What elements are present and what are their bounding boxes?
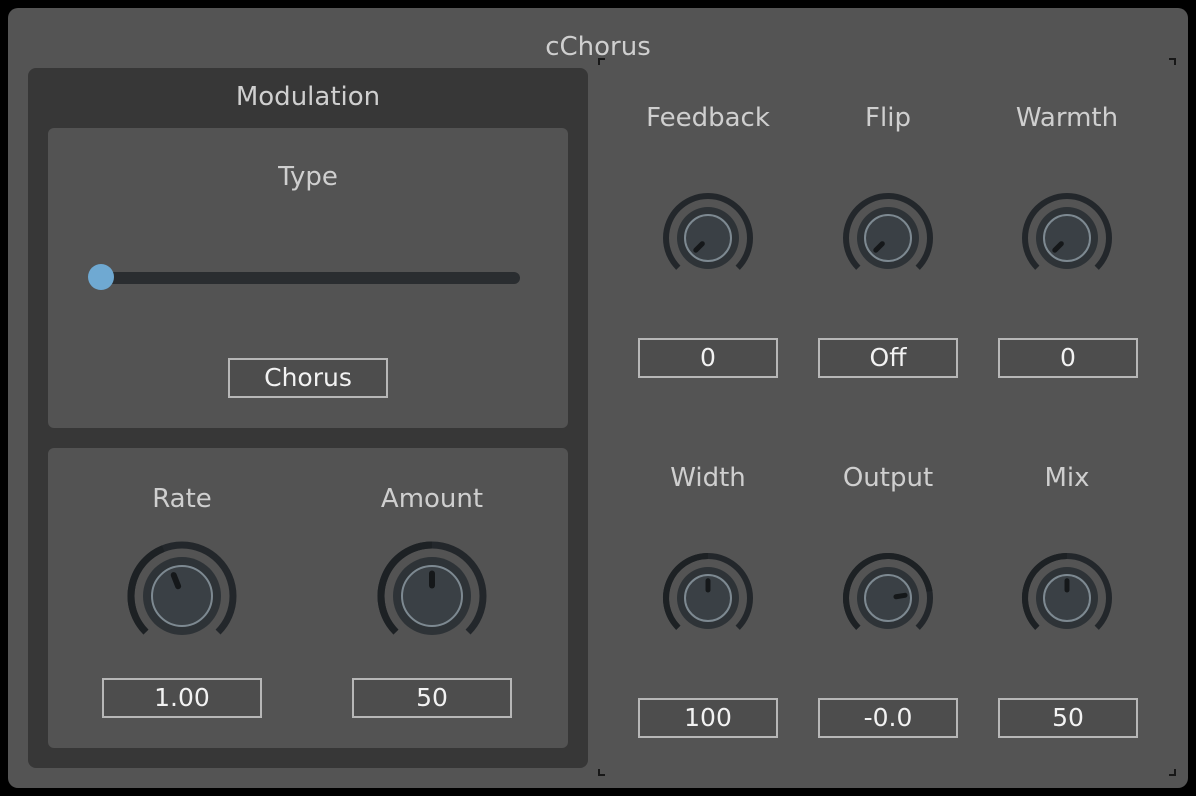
modulation-title: Modulation [235,82,381,112]
type-label: Type [278,162,338,192]
feedback-knob[interactable] [661,191,755,285]
type-panel: Type Chorus [48,128,568,428]
effects-area: Feedback 0 Flip Off Warmth 0 Width 100 O… [598,58,1176,776]
flip-value-box[interactable]: Off [818,338,958,378]
rate-knob[interactable] [126,540,238,652]
mix-label: Mix [1044,463,1090,493]
rate-amount-panel: Rate 1.00 Amount 50 [48,448,568,748]
warmth-label: Warmth [1015,103,1119,133]
output-value-box[interactable]: -0.0 [818,698,958,738]
type-value-box[interactable]: Chorus [228,358,388,398]
rate-value-box[interactable]: 1.00 [102,678,262,718]
rate-label: Rate [152,484,212,514]
mix-knob[interactable] [1020,551,1114,645]
output-knob[interactable] [841,551,935,645]
warmth-value-box[interactable]: 0 [998,338,1138,378]
width-knob[interactable] [661,551,755,645]
mix-value-box[interactable]: 50 [998,698,1138,738]
amount-label: Amount [380,484,484,514]
flip-knob[interactable] [841,191,935,285]
knob-cap [684,214,732,262]
knob-pointer [893,592,908,600]
feedback-value-box[interactable]: 0 [638,338,778,378]
knob-cap [864,214,912,262]
knob-cap [864,574,912,622]
warmth-knob[interactable] [1020,191,1114,285]
plugin-window: cChorus Modulation Type Chorus Rate 1.00… [8,8,1188,788]
modulation-panel: Modulation Type Chorus Rate 1.00 Amount … [28,68,588,768]
output-label: Output [842,463,934,493]
amount-knob[interactable] [376,540,488,652]
feedback-label: Feedback [646,103,770,133]
width-label: Width [670,463,746,493]
knob-cap [1043,214,1091,262]
knob-cap [151,565,213,627]
flip-label: Flip [865,103,911,133]
type-slider-thumb[interactable] [88,264,114,290]
amount-value-box[interactable]: 50 [352,678,512,718]
type-slider-track[interactable] [92,272,520,284]
knob-pointer [170,572,182,590]
width-value-box[interactable]: 100 [638,698,778,738]
